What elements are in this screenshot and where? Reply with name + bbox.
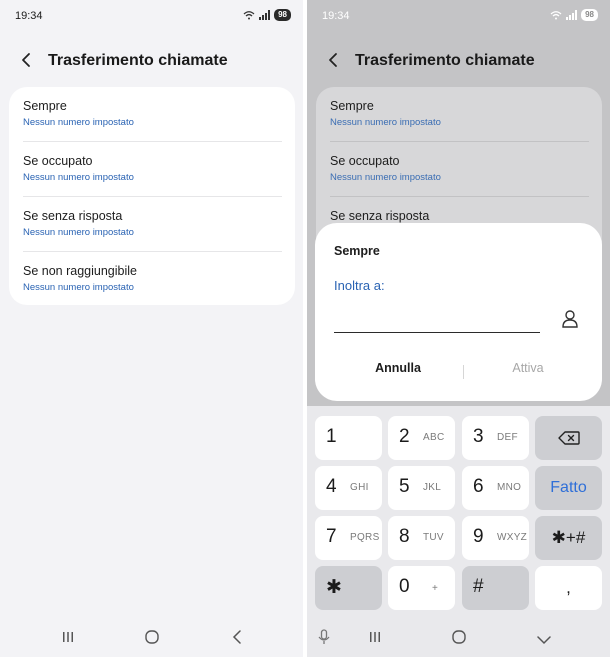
key-8[interactable]: 8 TUV bbox=[388, 516, 455, 560]
numeric-keypad: 1 2 ABC 3 DEF 4 GHI 5 JKL 6 MNO Fatto 7 PQRS 8… bbox=[307, 406, 610, 622]
page-title: Trasferimento chiamate bbox=[355, 52, 535, 69]
forward-dialog: Sempre Inoltra a: Annulla Attiva bbox=[315, 223, 602, 401]
back-icon[interactable] bbox=[232, 630, 242, 649]
hide-keyboard-icon[interactable] bbox=[537, 632, 551, 650]
cancel-button[interactable]: Annulla bbox=[341, 361, 455, 375]
item-title: Se non raggiungibile bbox=[23, 264, 137, 278]
battery-icon: 98 bbox=[274, 9, 291, 21]
button-divider bbox=[463, 365, 464, 379]
nav-bar bbox=[307, 622, 610, 657]
microphone-icon[interactable] bbox=[318, 629, 330, 650]
contact-icon[interactable] bbox=[561, 309, 579, 329]
list-item-always[interactable]: Sempre Nessun numero impostato bbox=[330, 87, 589, 142]
right-screen: 19:34 98 Trasferimento chiamate Sempre N… bbox=[307, 0, 610, 657]
item-title: Se senza risposta bbox=[330, 209, 430, 223]
status-time: 19:34 bbox=[15, 10, 43, 22]
item-title: Se occupato bbox=[330, 154, 400, 168]
wifi-icon bbox=[243, 11, 255, 20]
call-forwarding-list: Sempre Nessun numero impostato Se occupa… bbox=[9, 87, 295, 305]
status-icons: 98 bbox=[243, 9, 291, 21]
list-item-unreachable[interactable]: Se non raggiungibile Nessun numero impos… bbox=[23, 252, 282, 307]
item-subtitle: Nessun numero impostato bbox=[330, 172, 441, 183]
key-9[interactable]: 9 WXYZ bbox=[462, 516, 529, 560]
item-subtitle: Nessun numero impostato bbox=[330, 117, 441, 128]
key-2[interactable]: 2 ABC bbox=[388, 416, 455, 460]
status-time: 19:34 bbox=[322, 10, 350, 22]
forward-to-label: Inoltra a: bbox=[334, 278, 385, 293]
back-arrow-icon[interactable] bbox=[327, 52, 339, 68]
key-6[interactable]: 6 MNO bbox=[462, 466, 529, 510]
home-icon[interactable] bbox=[145, 630, 159, 649]
symbols-key[interactable]: ✱+# bbox=[535, 516, 602, 560]
status-icons: 98 bbox=[550, 9, 598, 21]
wifi-icon bbox=[550, 11, 562, 20]
home-icon[interactable] bbox=[452, 630, 466, 649]
key-1[interactable]: 1 bbox=[315, 416, 382, 460]
done-key[interactable]: Fatto bbox=[535, 466, 602, 510]
app-header: Trasferimento chiamate bbox=[307, 46, 610, 76]
item-subtitle: Nessun numero impostato bbox=[23, 172, 134, 183]
item-subtitle: Nessun numero impostato bbox=[23, 227, 134, 238]
nav-bar bbox=[0, 622, 303, 657]
key-5[interactable]: 5 JKL bbox=[388, 466, 455, 510]
key-0[interactable]: 0 + bbox=[388, 566, 455, 610]
key-7[interactable]: 7 PQRS bbox=[315, 516, 382, 560]
signal-icon bbox=[566, 10, 578, 20]
app-header: Trasferimento chiamate bbox=[0, 46, 303, 76]
item-title: Sempre bbox=[23, 99, 67, 113]
recents-icon[interactable] bbox=[369, 630, 381, 648]
forward-number-input[interactable] bbox=[334, 311, 540, 333]
hash-key[interactable]: # bbox=[462, 566, 529, 610]
status-bar: 19:34 98 bbox=[307, 0, 610, 32]
item-subtitle: Nessun numero impostato bbox=[23, 282, 134, 293]
item-title: Sempre bbox=[330, 99, 374, 113]
status-bar: 19:34 98 bbox=[0, 0, 303, 32]
left-screen: 19:34 98 Trasferimento chiamate Sempre N… bbox=[0, 0, 303, 657]
backspace-key[interactable] bbox=[535, 416, 602, 460]
page-title: Trasferimento chiamate bbox=[48, 52, 228, 69]
recents-icon[interactable] bbox=[62, 630, 74, 648]
key-3[interactable]: 3 DEF bbox=[462, 416, 529, 460]
comma-key[interactable]: , bbox=[535, 566, 602, 610]
back-arrow-icon[interactable] bbox=[20, 52, 32, 68]
list-item-busy[interactable]: Se occupato Nessun numero impostato bbox=[330, 142, 589, 197]
key-4[interactable]: 4 GHI bbox=[315, 466, 382, 510]
item-subtitle: Nessun numero impostato bbox=[23, 117, 134, 128]
signal-icon bbox=[259, 10, 271, 20]
item-title: Se occupato bbox=[23, 154, 93, 168]
list-item-no-answer[interactable]: Se senza risposta Nessun numero impostat… bbox=[23, 197, 282, 252]
list-item-busy[interactable]: Se occupato Nessun numero impostato bbox=[23, 142, 282, 197]
battery-icon: 98 bbox=[581, 9, 598, 21]
list-item-always[interactable]: Sempre Nessun numero impostato bbox=[23, 87, 282, 142]
backspace-icon bbox=[557, 431, 580, 445]
item-title: Se senza risposta bbox=[23, 209, 123, 223]
star-key[interactable]: ✱ bbox=[315, 566, 382, 610]
dialog-title: Sempre bbox=[334, 244, 380, 258]
activate-button[interactable]: Attiva bbox=[471, 361, 585, 375]
